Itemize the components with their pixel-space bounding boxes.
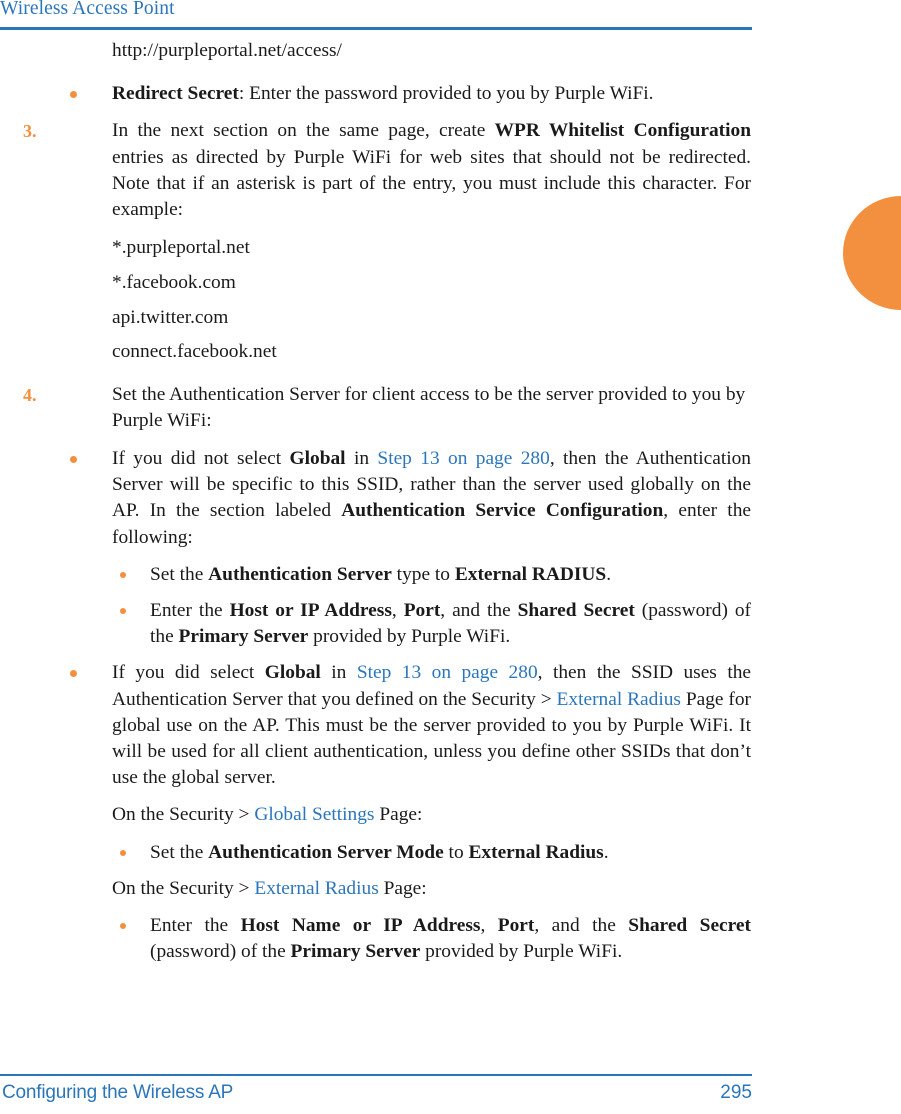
step-4-text: Set the Authentication Server for client… [112,383,746,431]
header-divider-rule [0,27,752,30]
link-step-13-page-280[interactable]: Step 13 on page 280 [357,662,538,683]
host-name-text-b: , [480,914,498,936]
bullet-auth-server-mode: Set the Authentication Server Mode to Ex… [0,840,760,866]
bullet-text: If you did select Global in Step 13 on p… [112,662,751,788]
bullet-did-global: If you did select Global in Step 13 on p… [0,660,760,791]
host-ip-text-c: , and the [440,599,518,621]
running-header: Wireless Access Point [0,0,760,34]
bullet-dot-icon [120,571,126,578]
bullet-dot-icon [120,607,126,614]
running-header-title: Wireless Access Point [0,0,175,19]
auth-mode-term-external-radius: External Radius [468,841,604,863]
did-global-text-a: If you did select [112,662,265,684]
auth-mode-term-server-mode: Authentication Server Mode [208,841,444,863]
bullet-text: Set the Authentication Server Mode to Ex… [150,842,609,863]
external-radius-text-a: On the Security > [112,877,255,899]
subbullet-text: Set the Authentication Server type to Ex… [150,564,611,585]
host-name-text-a: Enter the [150,914,241,936]
link-external-radius[interactable]: External Radius [254,878,378,899]
step-3-text-b: entries as directed by Purple WiFi for w… [112,146,751,221]
auth-mode-text-b: to [443,841,469,863]
auth-type-term-server: Authentication Server [208,563,392,585]
step-3-term-wpr: WPR Whitelist Configuration [494,120,751,142]
portal-url-line: http://purpleportal.net/access/ [112,40,342,61]
whitelist-example-3: connect.facebook.net [112,341,277,363]
auth-type-text-b: type to [391,563,455,585]
redirect-secret-desc: : Enter the password provided to you by … [238,83,654,105]
auth-type-text-c: . [606,563,612,585]
not-global-term-auth-service-config: Authentication Service Configuration [341,500,664,522]
step-3-number: 3. [23,121,37,142]
page-footer: Configuring the Wireless AP 295 [0,1070,760,1114]
redirect-secret-term: Redirect Secret [112,83,239,105]
host-name-text-e: provided by Purple WiFi. [420,941,623,963]
whitelist-example-1: *.facebook.com [112,271,236,293]
footer-page-number: 295 [720,1082,752,1103]
host-name-text-d: (password) of the [150,941,291,963]
bullet-not-global: If you did not select Global in Step 13 … [0,446,760,551]
host-ip-text-e: provided by Purple WiFi. [308,626,511,648]
host-ip-term-port: Port [403,599,441,621]
host-ip-text-a: Enter the [150,599,230,621]
step-3-text: In the next section on the same page, cr… [112,120,751,220]
footer-section-label: Configuring the Wireless AP [2,1082,234,1103]
step-3-text-a: In the next section on the same page, cr… [112,120,495,142]
host-name-term-address: Host Name or IP Address [240,914,481,936]
auth-mode-text-a: Set the [150,841,209,863]
chapter-thumb-tab [843,196,901,310]
bullet-text: Redirect Secret: Enter the password prov… [112,83,654,104]
subbullet-auth-server-type: Set the Authentication Server type to Ex… [0,562,760,588]
host-ip-term-address: Host or IP Address [229,599,392,621]
link-step-13-page-280[interactable]: Step 13 on page 280 [377,448,549,469]
bullet-host-name-ip-port-secret: Enter the Host Name or IP Address, Port,… [0,913,760,965]
host-name-term-primary-server: Primary Server [290,941,421,963]
bullet-dot-icon [120,849,126,856]
subbullet-host-ip-port-secret: Enter the Host or IP Address, Port, and … [0,598,760,650]
bullet-redirect-secret: Redirect Secret: Enter the password prov… [0,81,760,107]
auth-mode-text-c: . [603,841,609,863]
step-4-number: 4. [23,384,37,405]
bullet-text: If you did not select Global in Step 13 … [112,448,751,548]
global-settings-text-b: Page: [374,804,423,826]
global-settings-path-line: On the Security > Global Settings Page: [112,802,760,828]
link-external-radius[interactable]: External Radius [557,689,681,710]
not-global-text-b: in [345,447,378,469]
whitelist-example-2: api.twitter.com [112,306,229,328]
host-name-text-c: , and the [534,914,629,936]
subbullet-text: Enter the Host or IP Address, Port, and … [150,600,751,647]
auth-type-term-external-radius: External RADIUS [454,563,607,585]
page-content: http://purpleportal.net/access/ Redirect… [0,38,760,975]
external-radius-path-line: On the Security > External Radius Page: [112,876,760,902]
link-global-settings[interactable]: Global Settings [254,804,374,825]
host-ip-term-shared-secret: Shared Secret [517,599,635,621]
bullet-dot-icon [120,922,126,929]
auth-type-text-a: Set the [150,563,209,585]
footer-divider-rule [0,1074,752,1076]
host-name-term-shared-secret: Shared Secret [628,914,751,936]
global-settings-text-a: On the Security > [112,804,255,826]
step-3: 3. In the next section on the same page,… [0,118,760,223]
did-global-text-b: in [320,662,357,684]
step-4: 4. Set the Authentication Server for cli… [0,382,760,434]
host-ip-term-primary-server: Primary Server [178,626,309,648]
not-global-term-global: Global [289,447,346,469]
bullet-dot-icon [70,91,77,99]
host-name-term-port: Port [497,914,535,936]
did-global-term-global: Global [264,662,321,684]
bullet-text: Enter the Host Name or IP Address, Port,… [150,915,751,962]
host-ip-text-b: , [391,599,404,621]
not-global-text-a: If you did not select [112,447,290,469]
bullet-dot-icon [70,670,77,678]
whitelist-example-0: *.purpleportal.net [112,237,250,259]
bullet-dot-icon [70,455,77,463]
external-radius-text-b: Page: [378,877,427,899]
